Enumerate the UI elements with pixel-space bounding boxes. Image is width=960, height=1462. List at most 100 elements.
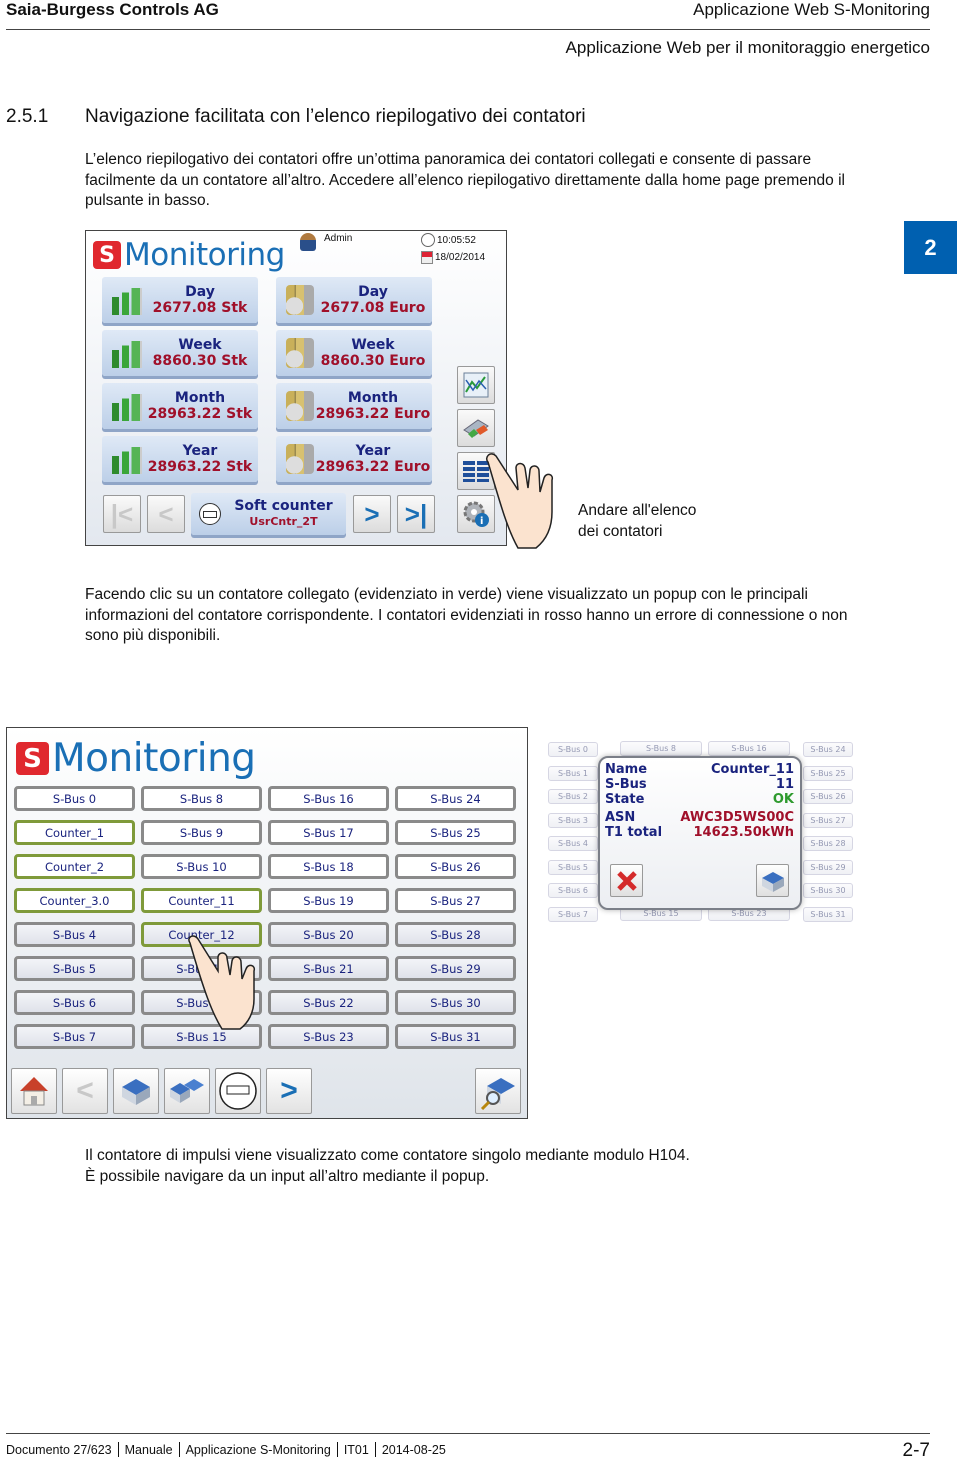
summary-tile[interactable]: Day 2677.08 Stk [102, 277, 258, 323]
counter-info-popup: Name Counter_11 S-Bus 11 State OK ASN AWC3D5WS0… [598, 756, 802, 910]
meter-icon [199, 503, 221, 525]
counter-button[interactable]: S-Bus 24 [395, 786, 516, 811]
counter-button[interactable]: S-Bus 17 [268, 820, 389, 845]
summary-tile[interactable]: Week 8860.30 Stk [102, 330, 258, 376]
close-popup-button[interactable] [610, 864, 643, 897]
device-icon [761, 871, 784, 892]
meter-button[interactable] [215, 1068, 261, 1114]
device-button[interactable] [113, 1068, 159, 1114]
counter-button[interactable]: S-Bus 25 [395, 820, 516, 845]
bar-chart-icon [112, 447, 142, 474]
callout-line-1: Andare all'elenco [578, 502, 697, 519]
counter-button[interactable]: S-Bus 21 [268, 956, 389, 981]
header-divider [6, 29, 930, 30]
background-counter-button: S-Bus 28 [803, 836, 853, 851]
background-counter-button: S-Bus 1 [548, 765, 598, 781]
counter-button[interactable]: S-Bus 29 [395, 956, 516, 981]
product-name: Applicazione Web S-Monitoring [693, 0, 930, 19]
pulse-line-2: È possibile navigare da un input all’alt… [85, 1167, 490, 1185]
next-page-button[interactable]: > [353, 495, 391, 533]
summary-tile[interactable]: Year 28963.22 Euro [276, 436, 432, 482]
counter-button[interactable]: S-Bus 0 [14, 786, 135, 811]
tile-value: 28963.22 Euro [315, 459, 431, 475]
counter-button[interactable]: S-Bus 23 [268, 1024, 389, 1049]
counter-button-connected[interactable]: Counter_1 [14, 820, 135, 845]
home-icon [20, 1077, 48, 1106]
date-value: 18/02/2014 [435, 252, 486, 263]
previous-button[interactable]: < [62, 1068, 108, 1114]
header-subtitle: Applicazione Web per il monitoraggio ene… [565, 38, 930, 57]
summary-tile[interactable]: Month 28963.22 Euro [276, 383, 432, 429]
summary-tile[interactable]: Year 28963.22 Stk [102, 436, 258, 482]
chapter-tab[interactable]: 2 [904, 221, 957, 274]
clock-icon [421, 233, 435, 247]
user-name: Admin [324, 233, 353, 244]
background-counter-button: S-Bus 5 [548, 859, 598, 875]
counter-button-connected[interactable]: Counter_3.0 [14, 888, 135, 913]
devices-icon [170, 1079, 204, 1103]
counter-button[interactable]: S-Bus 8 [141, 786, 262, 811]
summary-tile[interactable]: Week 8860.30 Euro [276, 330, 432, 376]
section-title: Navigazione facilitata con l’elenco riep… [85, 106, 586, 127]
counter-button[interactable]: S-Bus 7 [14, 1024, 135, 1049]
counter-button[interactable]: S-Bus 4 [14, 922, 135, 947]
callout-text: Andare all'elenco dei contatori [578, 501, 696, 542]
tile-period-label: Week [178, 337, 222, 353]
counter-button-connected[interactable]: Counter_2 [14, 854, 135, 879]
device-search-button[interactable] [475, 1068, 521, 1114]
last-icon: >| [404, 498, 428, 529]
previous-icon: < [76, 1074, 94, 1107]
popup-field-label: S-Bus [605, 777, 647, 792]
export-icon [463, 419, 489, 438]
popup-field-row: S-Bus 11 [605, 777, 794, 792]
tile-value: 28963.22 Stk [147, 459, 253, 475]
background-counter-button: S-Bus 16 [708, 741, 790, 756]
popup-field-row: State OK [605, 792, 794, 807]
counter-button[interactable]: S-Bus 27 [395, 888, 516, 913]
background-counter-button: S-Bus 27 [803, 812, 853, 828]
first-icon: |< [110, 498, 134, 529]
last-page-button[interactable]: >| [397, 495, 435, 533]
home-button[interactable] [11, 1068, 57, 1114]
trend-chart-button[interactable] [457, 366, 495, 404]
counter-button[interactable]: S-Bus 22 [268, 990, 389, 1015]
trend-chart-icon [463, 372, 489, 398]
pulse-counter-paragraph: Il contatore di impulsi viene visualizza… [85, 1146, 855, 1187]
counter-button[interactable]: S-Bus 18 [268, 854, 389, 879]
counter-button[interactable]: S-Bus 28 [395, 922, 516, 947]
logo-text: Monitoring [124, 237, 285, 273]
background-counter-button: S-Bus 6 [548, 883, 598, 898]
bar-chart-icon [112, 341, 142, 368]
tile-value: 28963.22 Stk [147, 406, 253, 422]
counter-button-connected[interactable]: Counter_11 [141, 888, 262, 913]
datetime-display: 10:05:52 18/02/2014 [421, 233, 485, 264]
popup-field-value: 11 [775, 777, 794, 792]
counter-button[interactable]: S-Bus 31 [395, 1024, 516, 1049]
background-counter-button: S-Bus 3 [548, 812, 598, 828]
counter-button[interactable]: S-Bus 30 [395, 990, 516, 1015]
counter-button[interactable]: S-Bus 9 [141, 820, 262, 845]
soft-counter-selector[interactable]: Soft counter UsrCntr_2T [191, 493, 346, 535]
tile-period-label: Month [347, 390, 399, 406]
counter-button[interactable]: S-Bus 26 [395, 854, 516, 879]
footer-item: Documento 27/623 [6, 1442, 112, 1457]
first-page-button[interactable]: |< [103, 495, 141, 533]
counter-button[interactable]: S-Bus 6 [14, 990, 135, 1015]
summary-tile[interactable]: Month 28963.22 Stk [102, 383, 258, 429]
open-counter-button[interactable] [756, 864, 789, 897]
tile-period-label: Day [358, 284, 388, 300]
counter-button[interactable]: S-Bus 5 [14, 956, 135, 981]
device-icon [122, 1079, 150, 1105]
summary-tile[interactable]: Day 2677.08 Euro [276, 277, 432, 323]
counter-button[interactable]: S-Bus 19 [268, 888, 389, 913]
popup-field-row: Name Counter_11 [605, 762, 794, 777]
counter-button[interactable]: S-Bus 10 [141, 854, 262, 879]
tile-value: 28963.22 Euro [315, 406, 431, 422]
counter-button[interactable]: S-Bus 20 [268, 922, 389, 947]
next-button[interactable]: > [266, 1068, 312, 1114]
counter-button[interactable]: S-Bus 16 [268, 786, 389, 811]
logo-text: Monitoring [52, 736, 256, 781]
previous-page-button[interactable]: < [147, 495, 185, 533]
section-number: 2.5.1 [6, 106, 49, 127]
devices-button[interactable] [164, 1068, 210, 1114]
